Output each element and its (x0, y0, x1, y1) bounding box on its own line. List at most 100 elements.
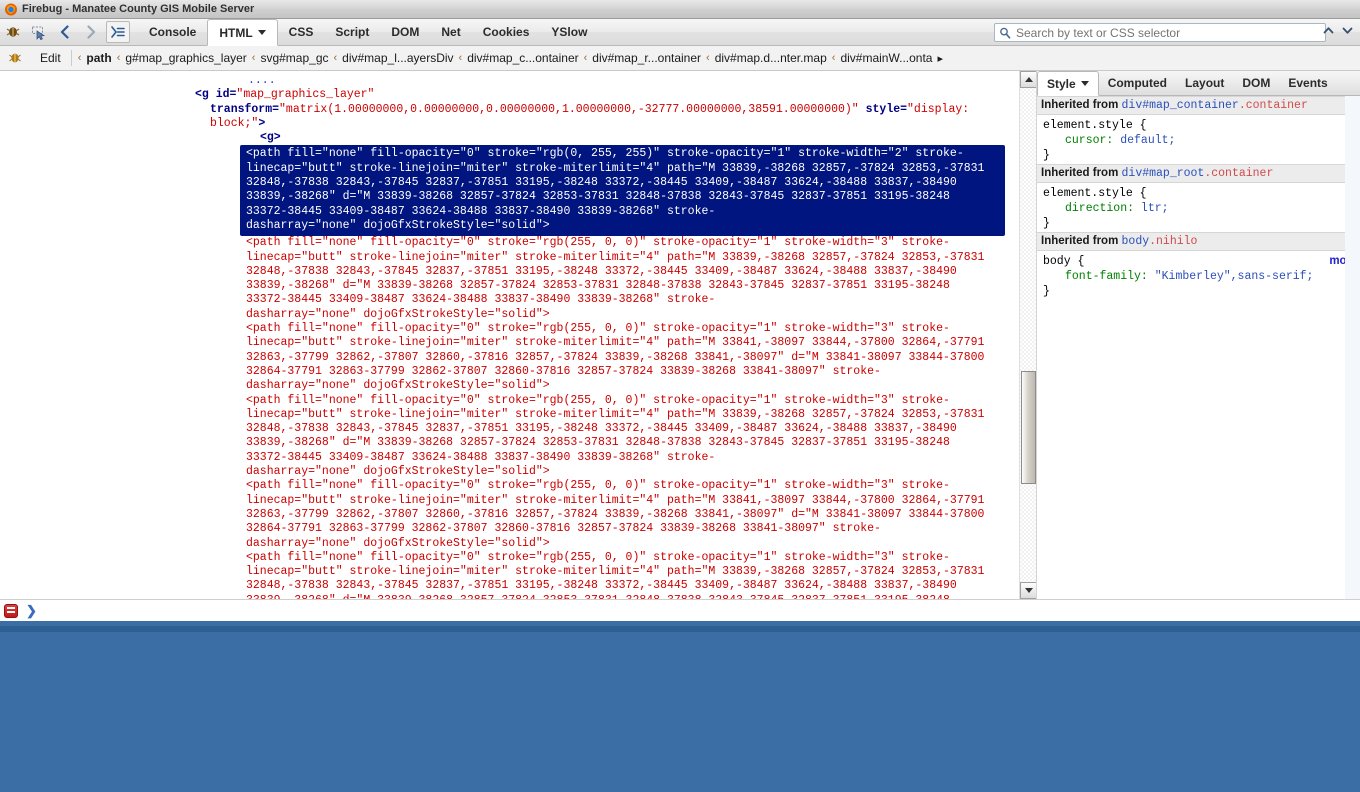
node-path-5[interactable]: <path fill="none" fill-opacity="0" strok… (0, 479, 1036, 550)
scrollbar-thumb[interactable] (1021, 371, 1036, 484)
tab-html-label: HTML (219, 25, 253, 40)
search-box[interactable] (994, 23, 1326, 42)
path5-line-1: <path fill="none" fill-opacity="0" strok… (246, 479, 950, 493)
tab-layout[interactable]: Layout (1176, 71, 1233, 95)
tab-script[interactable]: Script (324, 19, 380, 45)
node-path-6[interactable]: <path fill="none" fill-opacity="0" strok… (0, 551, 1036, 599)
breadcrumb-edit-button[interactable]: Edit (30, 50, 72, 66)
tag-close: > (258, 116, 266, 130)
breadcrumb-inspect-icon[interactable] (0, 51, 30, 65)
breadcrumb-separator: ‹ (77, 52, 82, 64)
node-path-3[interactable]: <path fill="none" fill-opacity="0" strok… (0, 322, 1036, 393)
main-split: .... − <g id="map_graphics_layer" transf… (0, 71, 1360, 599)
console-command-icon[interactable] (4, 603, 18, 618)
firebug-bug-icon[interactable] (0, 19, 26, 45)
forward-arrow-icon[interactable] (78, 19, 104, 45)
path-line-3: 32848,-37838 32843,-37845 32837,-37851 3… (246, 176, 957, 190)
inherited-prefix: Inherited from (1041, 99, 1122, 111)
attr-style: style= (858, 102, 908, 116)
tab-dom-label-style: DOM (1242, 76, 1271, 90)
tab-console[interactable]: Console (138, 19, 207, 45)
breadcrumb-item-map-div[interactable]: div#map.d...nter.map (712, 51, 830, 65)
chevron-up-icon[interactable] (1322, 24, 1335, 41)
path-line-6: dasharray="none" dojoGfxStrokeStyle="sol… (246, 218, 550, 232)
breadcrumb-separator: ‹ (116, 52, 121, 64)
rule-value-font-family[interactable]: "Kimberley",sans-serif; (1155, 270, 1314, 283)
node-path-4[interactable]: <path fill="none" fill-opacity="0" strok… (0, 394, 1036, 480)
rule-map-container[interactable]: element.style { cursor: default; } (1037, 115, 1360, 164)
chevron-down-icon-search[interactable] (1341, 24, 1354, 41)
inherited-element[interactable]: div#map_root (1122, 167, 1205, 180)
path4-line-3: 32848,-37838 32843,-37845 32837,-37851 3… (246, 422, 957, 436)
rule-value-cursor[interactable]: default; (1120, 134, 1175, 147)
path-line-4: 33839,-38268" d="M 33839-38268 32857-378… (246, 190, 950, 204)
breadcrumb-item-map-root-container[interactable]: div#map_r...ontainer (589, 51, 704, 65)
breadcrumb-item-path[interactable]: path (83, 51, 114, 65)
back-arrow-icon[interactable] (52, 19, 78, 45)
path-line-2: linecap="butt" stroke-linejoin="miter" s… (246, 161, 985, 175)
scroll-down-button[interactable] (1020, 582, 1036, 599)
breadcrumb-separator: ‹ (583, 52, 588, 64)
tab-console-label: Console (149, 25, 197, 39)
breadcrumb-item-main-window-container[interactable]: div#mainW...onta (837, 51, 935, 65)
inspect-element-icon[interactable] (26, 19, 52, 45)
search-nav (1322, 24, 1354, 41)
inherited-class[interactable]: .container (1204, 167, 1273, 180)
breadcrumb-item-map-layers-div[interactable]: div#map_l...ayersDiv (339, 51, 456, 65)
breadcrumb-item-map-container[interactable]: div#map_c...ontainer (464, 51, 581, 65)
path5-line-3: 32863,-37799 32862,-37807 32860,-37816 3… (246, 507, 985, 521)
rule-selector: element.style { (1043, 187, 1147, 200)
inherited-header-body-nihilo: Inherited from body.nihilo (1037, 232, 1360, 251)
tab-html[interactable]: HTML (207, 19, 278, 46)
command-line-input[interactable] (44, 602, 1360, 619)
rule-close-brace: } (1043, 217, 1050, 230)
search-input[interactable] (1014, 24, 1325, 41)
path-line-5: 33372-38445 33409-38487 33624-38488 3383… (246, 204, 716, 218)
inherited-element[interactable]: div#map_container (1122, 99, 1239, 112)
tab-computed[interactable]: Computed (1099, 71, 1176, 95)
tab-events[interactable]: Events (1279, 71, 1336, 95)
path4-line-5: 33372-38445 33409-38487 33624-38488 3383… (246, 450, 716, 464)
breadcrumb: Edit ‹ path ‹ g#map_graphics_layer ‹ svg… (0, 46, 1360, 71)
tab-cookies[interactable]: Cookies (472, 19, 541, 45)
rule-value-direction[interactable]: ltr; (1141, 202, 1169, 215)
path4-line-2: linecap="butt" stroke-linejoin="miter" s… (246, 407, 985, 421)
tab-layout-label: Layout (1185, 76, 1225, 90)
node-g-child[interactable]: <g> (0, 131, 1036, 145)
node-path-2[interactable]: <path fill="none" fill-opacity="0" strok… (0, 236, 1036, 322)
path2-line-3: 32848,-37838 32843,-37845 32837,-37851 3… (246, 264, 957, 278)
path6-line-2: linecap="butt" stroke-linejoin="miter" s… (246, 565, 985, 579)
tab-yslow[interactable]: YSlow (540, 19, 598, 45)
rule-body-nihilo[interactable]: mobil body { font-family: "Kimberley",sa… (1037, 251, 1360, 300)
scroll-up-button[interactable] (1020, 71, 1036, 88)
rule-property-font-family[interactable]: font-family: (1043, 269, 1148, 284)
tab-net[interactable]: Net (430, 19, 471, 45)
breadcrumb-item-svg-map-gc[interactable]: svg#map_gc (257, 51, 331, 65)
toggle-panels-icon[interactable] (106, 21, 130, 43)
inherited-class[interactable]: .nihilo (1149, 235, 1197, 248)
style-panel-scrollbar[interactable] (1345, 96, 1360, 599)
style-panel: Style Computed Layout DOM Events Inherit… (1037, 71, 1360, 599)
tab-css-label: CSS (288, 25, 314, 39)
inherited-element[interactable]: body (1122, 235, 1150, 248)
breadcrumb-item-g-map-graphics-layer[interactable]: g#map_graphics_layer (122, 51, 249, 65)
tab-net-label: Net (441, 25, 461, 39)
tab-dom-style[interactable]: DOM (1233, 71, 1279, 95)
rule-map-root[interactable]: element.style { direction: ltr; } (1037, 183, 1360, 232)
tab-dom[interactable]: DOM (380, 19, 430, 45)
rule-property-direction[interactable]: direction: (1043, 201, 1134, 216)
tab-style[interactable]: Style (1037, 71, 1099, 96)
breadcrumb-overflow-icon[interactable]: ▸ (935, 52, 943, 65)
rule-property-cursor[interactable]: cursor: (1043, 133, 1113, 148)
node-g-map-graphics-layer[interactable]: − <g id="map_graphics_layer" transform="… (0, 88, 1036, 131)
path5-line-5: dasharray="none" dojoGfxStrokeStyle="sol… (246, 536, 550, 550)
command-prompt-icon: ❯ (26, 602, 37, 618)
html-panel-scrollbar[interactable] (1019, 71, 1036, 599)
inherited-class[interactable]: .container (1239, 99, 1308, 112)
path-line-1: <path fill="none" fill-opacity="0" strok… (246, 147, 964, 161)
tag-open: <g id= (195, 88, 237, 102)
tab-css[interactable]: CSS (278, 19, 325, 45)
node-path-selected[interactable]: <path fill="none" fill-opacity="0" strok… (240, 145, 1005, 237)
firebug-toolbar: Console HTML CSS Script DOM Net Cookies … (0, 19, 1360, 46)
tab-computed-label: Computed (1107, 76, 1168, 90)
